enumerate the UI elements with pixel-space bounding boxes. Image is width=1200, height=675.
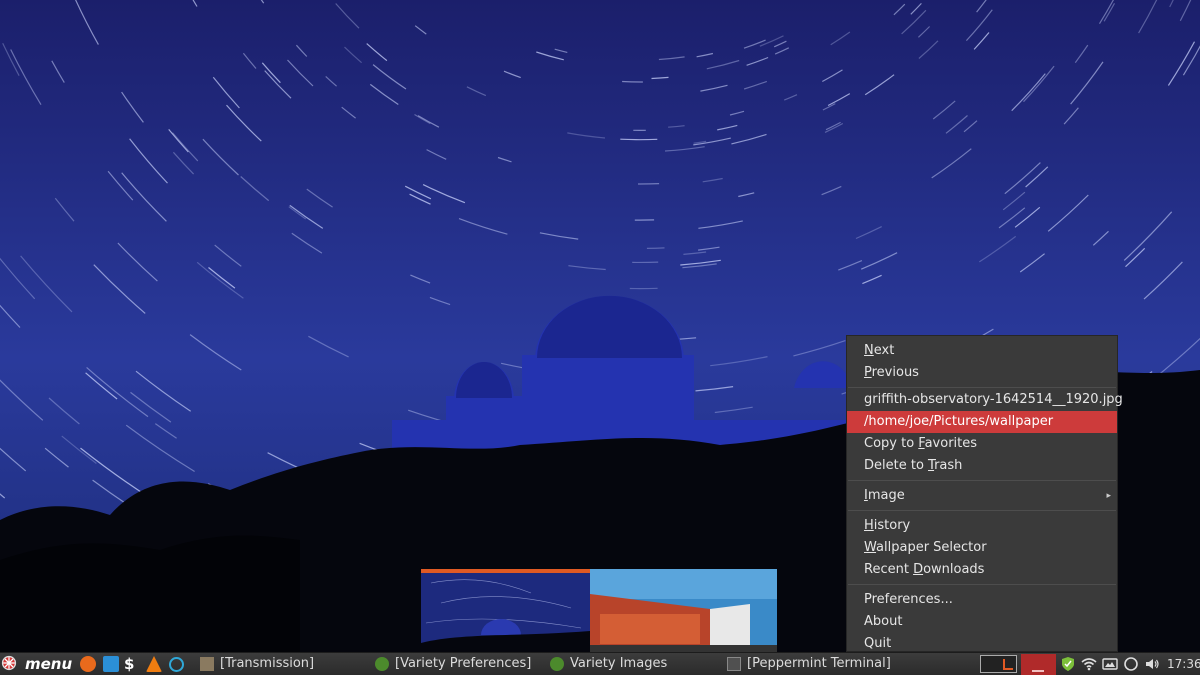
terminal-launcher-icon[interactable]: $ — [124, 653, 140, 675]
menu-item-label: History — [864, 518, 911, 533]
menu-item-preferences[interactable]: Preferences... — [847, 589, 1117, 611]
menu-item-about[interactable]: About — [847, 611, 1117, 633]
task-peppermint-terminal[interactable]: [Peppermint Terminal] — [727, 653, 891, 675]
menu-item-current-file[interactable]: griffith-observatory-1642514__1920.jpg — [847, 389, 1123, 411]
menu-item-copy-to-favorites[interactable]: Copy to Favorites — [847, 433, 1117, 455]
menu-item-previous[interactable]: Previous — [847, 362, 1117, 384]
task-variety-preferences[interactable]: [Variety Preferences] — [375, 653, 531, 675]
variety-context-menu: Next Previous griffith-observatory-1642514… — [846, 335, 1123, 652]
task-variety-images[interactable]: Variety Images — [550, 653, 667, 675]
star-trail — [622, 80, 643, 83]
menu-item-label: griffith-observatory-1642514__1920.jpg — [864, 392, 1123, 407]
image-viewer-icon[interactable] — [1102, 656, 1118, 672]
wifi-icon[interactable] — [1081, 656, 1097, 672]
menu-item-label: Delete to Trash — [864, 458, 963, 473]
menu-item-label: Preferences... — [864, 592, 953, 607]
peppermint-logo-icon — [1, 655, 17, 671]
menu-item-label: Wallpaper Selector — [864, 540, 987, 555]
clock[interactable]: 17:36 — [1167, 653, 1200, 675]
transmission-icon — [200, 657, 214, 671]
variety-icon — [375, 657, 389, 671]
menu-separator — [848, 387, 1116, 388]
workspace-1[interactable] — [980, 655, 1017, 673]
menu-separator — [848, 584, 1116, 585]
menu-item-label: Copy to Favorites — [864, 436, 978, 451]
volume-icon[interactable] — [1144, 656, 1160, 672]
firefox-icon[interactable] — [80, 656, 96, 672]
star-trail — [646, 247, 665, 249]
shield-icon[interactable] — [1060, 656, 1076, 672]
menu-separator — [848, 480, 1116, 481]
menu-item-open-folder[interactable]: /home/joe/Pictures/wallpaper — [847, 411, 1117, 433]
variety-icon — [550, 657, 564, 671]
menu-item-image[interactable]: Image ▸ — [847, 485, 1117, 507]
taskbar: menu $ [Transmission] [Variety Preferenc… — [0, 652, 1200, 675]
terminal-icon — [727, 657, 741, 671]
menu-item-label: Recent Downloads — [864, 562, 985, 577]
status-circle-icon[interactable] — [1123, 656, 1139, 672]
file-manager-icon[interactable] — [103, 656, 119, 672]
menu-item-label: /home/joe/Pictures/wallpaper — [864, 414, 1054, 429]
menu-item-label: Next — [864, 343, 895, 358]
menu-item-delete-to-trash[interactable]: Delete to Trash — [847, 455, 1117, 477]
menu-separator — [848, 510, 1116, 511]
menu-item-label: Previous — [864, 365, 919, 380]
menu-item-wallpaper-selector[interactable]: Wallpaper Selector — [847, 537, 1117, 559]
menu-item-label: About — [864, 614, 903, 629]
window-preview-icon — [1032, 670, 1044, 672]
menu-item-history[interactable]: History — [847, 515, 1117, 537]
ice-icon[interactable] — [169, 657, 184, 672]
menu-label: menu — [25, 655, 73, 673]
wallpaper-preview-strip — [421, 569, 777, 652]
task-transmission[interactable]: [Transmission] — [200, 653, 314, 675]
preview-thumb-building[interactable] — [590, 569, 777, 652]
workspace-2[interactable] — [1021, 654, 1056, 675]
menu-item-label: Quit — [864, 636, 892, 651]
submenu-arrow-icon: ▸ — [1106, 491, 1111, 501]
menu-item-label: Image — [864, 488, 905, 503]
menu-item-next[interactable]: Next — [847, 340, 1117, 362]
menu-item-recent-downloads[interactable]: Recent Downloads — [847, 559, 1117, 581]
preview-thumb-current[interactable] — [421, 573, 590, 652]
window-preview-icon — [1003, 659, 1013, 670]
vlc-icon[interactable] — [146, 656, 162, 672]
